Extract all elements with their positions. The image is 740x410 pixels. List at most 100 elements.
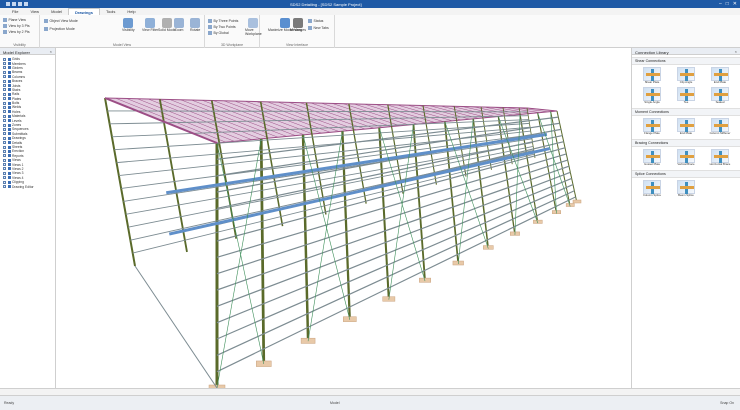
zoom-button[interactable]: Zoom xyxy=(174,18,184,32)
object-view-button[interactable]: Object View Mode xyxy=(44,19,78,23)
checkbox-icon[interactable] xyxy=(3,141,6,145)
checkbox-icon[interactable] xyxy=(3,145,6,149)
view-by-2pts-button[interactable]: View by 2 Pts xyxy=(3,30,30,34)
steel-building-model[interactable] xyxy=(57,48,630,388)
checkbox-icon[interactable] xyxy=(3,114,6,118)
checkbox-icon[interactable] xyxy=(3,79,6,83)
connection-thumbnail[interactable]: Shear Plate xyxy=(637,67,667,84)
by-two-points-button[interactable]: By Two Points xyxy=(208,25,236,29)
checkbox-icon[interactable] xyxy=(3,57,6,61)
connection-thumbnail[interactable]: Gusset Plate xyxy=(637,149,667,166)
checkbox-icon[interactable] xyxy=(3,101,6,105)
layer-icon xyxy=(7,70,11,74)
connection-thumbnail[interactable]: Flange Plate xyxy=(637,118,667,135)
maximize-button[interactable]: □ xyxy=(726,1,729,7)
connection-thumbnail[interactable]: Single Angle xyxy=(637,87,667,104)
checkbox-icon[interactable] xyxy=(3,180,6,184)
menu-tab[interactable]: Model xyxy=(45,8,68,15)
view-by-3pts-button[interactable]: View by 3 Pts xyxy=(3,24,30,28)
menu-tab[interactable]: Help xyxy=(121,8,141,15)
connection-preview-icon xyxy=(677,149,695,163)
checkbox-icon[interactable] xyxy=(3,127,6,131)
command-bar[interactable] xyxy=(0,388,740,395)
checkbox-icon[interactable] xyxy=(3,163,6,167)
checkbox-icon[interactable] xyxy=(3,70,6,74)
by-global-button[interactable]: By Global xyxy=(208,31,229,35)
tree-item[interactable]: Drawing Editor xyxy=(3,184,52,189)
checkbox-icon[interactable] xyxy=(3,149,6,153)
ribbon-group-label: View Interface xyxy=(285,43,309,47)
globe-icon xyxy=(208,31,212,35)
tree-item-label: Views xyxy=(12,158,21,163)
window-controls[interactable]: – □ ✕ xyxy=(719,1,737,7)
ribbon-group-view-interface: Maximize Model View Messages Status New … xyxy=(260,15,335,48)
connection-thumbnail[interactable]: Column Splice xyxy=(637,180,667,197)
connection-thumbnail[interactable]: Seated xyxy=(705,87,735,104)
connection-preview-icon xyxy=(643,118,661,132)
checkbox-icon[interactable] xyxy=(3,158,6,162)
minimize-button[interactable]: – xyxy=(719,1,722,7)
3d-viewport[interactable] xyxy=(57,48,630,388)
layer-icon xyxy=(7,75,11,79)
section-header[interactable]: Shear Connections xyxy=(632,57,740,65)
brace xyxy=(216,138,262,388)
section-header[interactable]: Bracing Connections xyxy=(632,139,740,147)
messages-button[interactable]: Messages xyxy=(290,18,306,32)
view-filter-button[interactable]: View Filter xyxy=(142,18,158,32)
checkbox-icon[interactable] xyxy=(3,110,6,114)
checkbox-icon[interactable] xyxy=(3,105,6,109)
connection-thumbnail[interactable]: End Plate xyxy=(671,118,701,135)
connection-thumbnail[interactable]: Horizontal Brace xyxy=(705,149,735,166)
projection-button[interactable]: Projection Mode xyxy=(44,27,75,31)
end-girt xyxy=(134,265,218,388)
layer-icon xyxy=(7,66,11,70)
checkbox-icon[interactable] xyxy=(3,84,6,88)
close-icon[interactable]: × xyxy=(735,49,737,54)
rotate-button[interactable]: Rotate xyxy=(190,18,200,32)
connection-thumbnail[interactable]: Clip Angle xyxy=(671,67,701,84)
by-three-points-button[interactable]: By Three Points xyxy=(208,19,238,23)
menu-tab[interactable]: Drawings xyxy=(67,8,100,15)
section-header[interactable]: Splice Connections xyxy=(632,170,740,178)
checkbox-icon[interactable] xyxy=(3,171,6,175)
status-toggle[interactable]: Status xyxy=(308,19,323,23)
solid-mode-button[interactable]: Solid Mode xyxy=(158,18,176,32)
checkbox-icon[interactable] xyxy=(3,97,6,101)
connection-thumbnail[interactable]: End Plate xyxy=(705,67,735,84)
close-icon[interactable]: × xyxy=(50,49,52,54)
plane-view-button[interactable]: Plane View xyxy=(3,18,26,22)
checkbox-icon[interactable] xyxy=(3,123,6,127)
menu-tab[interactable]: Tools xyxy=(100,8,121,15)
connection-thumbnail[interactable]: Beam Splice xyxy=(671,180,701,197)
connection-label: Vertical Brace xyxy=(677,162,695,166)
checkbox-icon[interactable] xyxy=(3,167,6,171)
checkbox-icon[interactable] xyxy=(3,132,6,136)
checkbox-icon[interactable] xyxy=(3,185,6,189)
new-tabs-toggle[interactable]: New Tabs xyxy=(308,26,329,30)
checkbox-icon[interactable] xyxy=(3,75,6,79)
menu-tab[interactable]: File xyxy=(6,8,24,15)
quick-access-toolbar[interactable] xyxy=(6,2,34,6)
steel-column xyxy=(259,138,266,364)
checkbox-icon[interactable] xyxy=(3,62,6,66)
connection-preview-icon xyxy=(711,87,729,101)
girt xyxy=(216,196,576,373)
checkbox-icon xyxy=(308,19,312,23)
checkbox-icon[interactable] xyxy=(3,66,6,70)
checkbox-icon[interactable] xyxy=(3,136,6,140)
connection-thumbnail[interactable]: Vertical Brace xyxy=(671,149,701,166)
layer-icon xyxy=(7,185,11,189)
checkbox-icon[interactable] xyxy=(3,92,6,96)
section-header[interactable]: Moment Connections xyxy=(632,108,740,116)
checkbox-icon[interactable] xyxy=(3,88,6,92)
checkbox-icon[interactable] xyxy=(3,176,6,180)
layer-icon xyxy=(7,176,11,180)
connection-thumbnail[interactable]: Column Stiffener xyxy=(705,118,735,135)
close-button[interactable]: ✕ xyxy=(733,1,737,7)
connection-thumbnail[interactable]: Tee xyxy=(671,87,701,104)
visibility-button[interactable]: Visibility xyxy=(122,18,135,32)
menu-tab[interactable]: View xyxy=(24,8,45,15)
projection-icon xyxy=(44,27,48,31)
checkbox-icon[interactable] xyxy=(3,154,6,158)
checkbox-icon[interactable] xyxy=(3,119,6,123)
